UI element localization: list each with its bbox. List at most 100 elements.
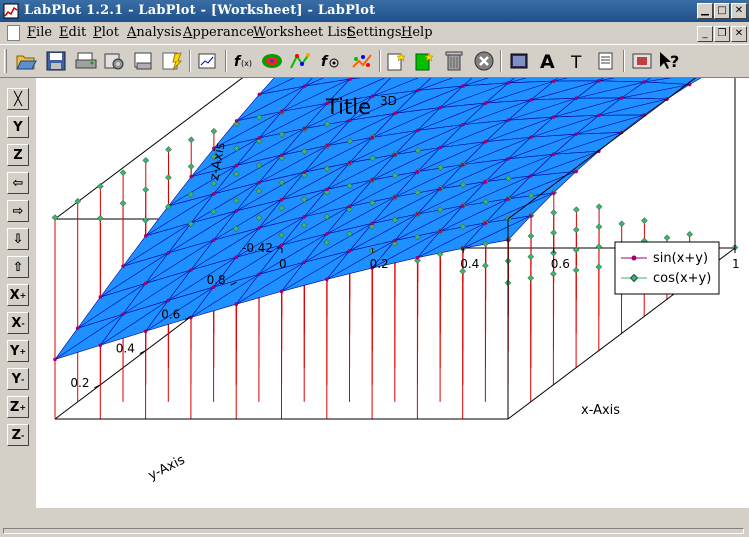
new-function-icon[interactable]: [159, 48, 185, 74]
sin-point: [461, 84, 465, 88]
y-axis-label[interactable]: y-Axis: [146, 452, 188, 483]
zoom-z-out-button[interactable]: Z-: [7, 424, 29, 446]
sin-point: [257, 272, 261, 277]
sin-point: [506, 197, 510, 201]
whats-this-icon[interactable]: ?: [656, 48, 682, 74]
sin-point: [415, 128, 420, 133]
sin-point: [347, 204, 352, 209]
menu-file[interactable]: File: [27, 25, 52, 40]
new-spreadsheet-icon[interactable]: [411, 48, 437, 74]
sin-point: [98, 295, 103, 299]
menu-help[interactable]: Help: [401, 25, 433, 40]
label-icon[interactable]: T: [565, 48, 591, 74]
fit-icon[interactable]: [349, 48, 375, 74]
z-tick-label: -0.42: [242, 241, 273, 255]
3d-surface-icon[interactable]: [259, 48, 285, 74]
shift-left-button[interactable]: ⇦: [7, 172, 29, 194]
svg-text:?: ?: [670, 52, 679, 71]
toolbar-separator: [225, 50, 227, 72]
cos-point: [595, 203, 603, 211]
3d-scatter-icon[interactable]: [287, 48, 313, 74]
legend[interactable]: sin(x+y) cos(x+y): [614, 241, 720, 295]
x-axis-label[interactable]: x-Axis: [581, 403, 620, 418]
sin-point: [619, 96, 624, 100]
worksheet-canvas[interactable]: 00.20.40.60.810.20.40.60.80.99-0.42 Titl…: [36, 78, 749, 508]
menu-worksheet-list[interactable]: Worksheet List: [253, 25, 352, 40]
sin-point: [302, 170, 307, 174]
zoom-x-out-button[interactable]: X-: [7, 312, 29, 334]
toolbar-handle[interactable]: [4, 49, 7, 73]
data-icon[interactable]: [195, 48, 221, 74]
window-minimize-button[interactable]: ▁: [697, 3, 713, 19]
settings-icon[interactable]: [101, 48, 127, 74]
legend-label-cos: cos(x+y): [653, 271, 711, 286]
menu-apperance[interactable]: Apperance: [183, 25, 254, 40]
mdi-close-button[interactable]: ✕: [731, 26, 747, 42]
plot-title[interactable]: Title: [325, 95, 371, 119]
shift-right-button[interactable]: ⇨: [7, 200, 29, 222]
open-icon[interactable]: [13, 48, 39, 74]
close-icon[interactable]: [471, 48, 497, 74]
cos-point: [663, 234, 671, 242]
sin-point: [121, 312, 125, 316]
toolbar-separator: [189, 50, 191, 72]
print-icon[interactable]: [73, 48, 99, 74]
sin-point: [642, 80, 647, 84]
function-icon[interactable]: f (x): [231, 48, 257, 74]
sin-point: [257, 180, 261, 185]
trash-icon[interactable]: [441, 48, 467, 74]
sin-point: [551, 152, 556, 157]
svg-text:(x): (x): [241, 59, 252, 68]
mark-x-button[interactable]: ╳: [7, 88, 29, 110]
shift-down-button[interactable]: ⇩: [7, 228, 29, 250]
save-icon[interactable]: [43, 48, 69, 74]
new-worksheet-icon[interactable]: [383, 48, 409, 74]
zoom-x-in-button[interactable]: X +: [7, 284, 29, 306]
cos-point: [573, 206, 580, 214]
main-toolbar: f (x) f A T ?: [0, 44, 749, 78]
plot-3d[interactable]: 00.20.40.60.810.20.40.60.80.99-0.42 Titl…: [36, 78, 749, 508]
sin-point: [483, 221, 488, 225]
mark-y-button[interactable]: Y: [7, 116, 29, 138]
x-tick-label: 0.6: [551, 257, 570, 271]
document-icon[interactable]: [7, 25, 21, 41]
shift-up-button[interactable]: ⇧: [7, 256, 29, 278]
sin-point: [302, 126, 307, 131]
sin-point: [325, 232, 329, 236]
zoom-y-in-button[interactable]: Y +: [7, 340, 29, 362]
sin-point: [393, 238, 397, 243]
cos-point: [482, 262, 489, 270]
zoom-y-out-button[interactable]: Y-: [7, 368, 29, 390]
sin-point: [280, 153, 284, 157]
note-icon[interactable]: [593, 48, 619, 74]
sin-point: [415, 169, 420, 174]
sin-point: [597, 113, 601, 118]
window-close-button[interactable]: ✕: [731, 3, 747, 19]
mdi-minimize-button[interactable]: _: [697, 26, 713, 42]
sin-point: [506, 81, 511, 85]
sin-point: [551, 79, 556, 83]
menu-settings[interactable]: Settings: [347, 25, 402, 40]
fullscreen-icon[interactable]: [629, 48, 655, 74]
menu-edit[interactable]: Edit: [59, 25, 86, 40]
mdi-restore-button[interactable]: ❐: [714, 26, 730, 42]
menu-plot[interactable]: Plot: [93, 25, 119, 40]
image-icon[interactable]: [506, 48, 532, 74]
sin-point: [144, 233, 148, 238]
cos-point: [142, 157, 150, 164]
zoom-z-in-button[interactable]: Z +: [7, 396, 29, 418]
menu-analysis[interactable]: Analysis: [127, 25, 182, 40]
text-icon[interactable]: A: [535, 48, 561, 74]
svg-text:f: f: [321, 54, 329, 70]
cos-point: [51, 214, 59, 221]
mark-z-button[interactable]: Z: [7, 144, 29, 166]
parametric-function-icon[interactable]: f: [319, 48, 345, 74]
sin-point: [257, 136, 261, 140]
export-icon[interactable]: [131, 48, 157, 74]
sin-point: [506, 118, 511, 122]
cos-point: [550, 270, 557, 278]
cos-point: [142, 217, 149, 224]
window-maximize-button[interactable]: □: [714, 3, 730, 19]
sin-point: [212, 192, 216, 196]
sin-point: [461, 122, 465, 127]
